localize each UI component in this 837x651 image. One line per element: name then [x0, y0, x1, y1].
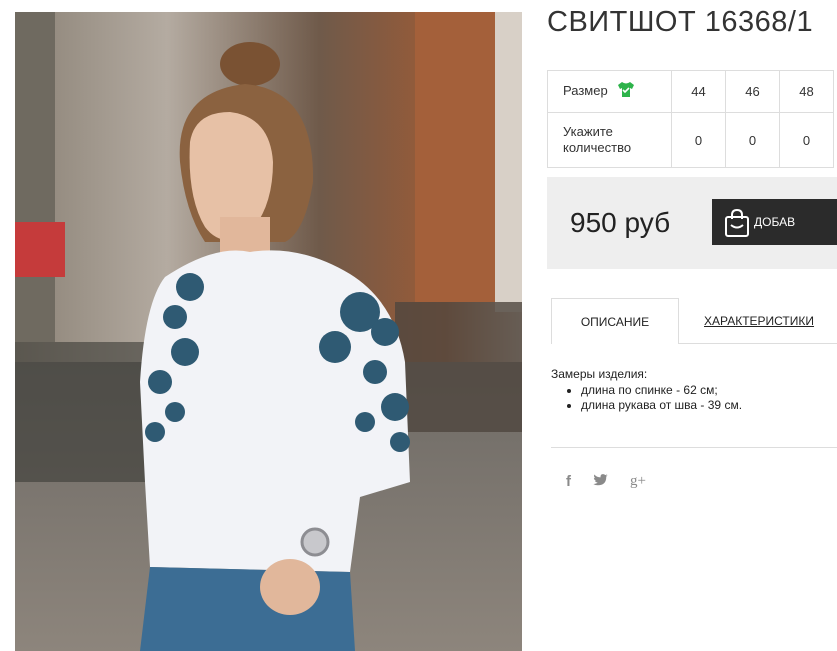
divider	[551, 447, 837, 448]
tab-characteristics[interactable]: ХАРАКТЕРИСТИКИ	[704, 314, 814, 328]
product-title: СВИТШОТ 16368/1	[547, 6, 814, 38]
quantity-input-44[interactable]: 0	[671, 112, 726, 168]
tab-divider	[679, 343, 837, 344]
product-photo-art	[15, 12, 522, 651]
description-list: длина по спинке - 62 см; длина рукава от…	[551, 383, 742, 413]
size-table: Размер 44 46 48 Укажите количество 0 0 0	[547, 70, 834, 168]
size-option-48[interactable]: 48	[779, 70, 834, 113]
product-photo[interactable]	[15, 12, 522, 651]
size-label: Размер	[563, 82, 608, 98]
description-content: Замеры изделия: длина по спинке - 62 см;…	[551, 367, 742, 413]
tab-description[interactable]: ОПИСАНИЕ	[551, 298, 679, 344]
add-to-cart-label: ДОБАВ	[754, 215, 796, 229]
googleplus-icon[interactable]: g+	[630, 472, 646, 490]
price-panel: 950 руб ДОБАВ	[547, 177, 837, 269]
tshirt-icon	[617, 81, 635, 102]
googleplus-label: g+	[630, 473, 646, 489]
list-item: длина рукава от шва - 39 см.	[581, 398, 742, 413]
social-share: f g+	[566, 472, 646, 490]
quantity-label: Укажите количество	[547, 112, 672, 168]
quantity-label-line2: количество	[563, 140, 632, 155]
quantity-label-line1: Укажите	[563, 124, 613, 139]
add-to-cart-button[interactable]: ДОБАВ	[712, 199, 837, 245]
quantity-input-46[interactable]: 0	[725, 112, 780, 168]
facebook-icon[interactable]: f	[566, 473, 571, 490]
price: 950 руб	[570, 207, 671, 238]
twitter-icon[interactable]	[593, 473, 608, 490]
description-heading: Замеры изделия:	[551, 367, 648, 381]
shopping-bag-icon	[724, 208, 750, 241]
size-option-46[interactable]: 46	[725, 70, 780, 113]
list-item: длина по спинке - 62 см;	[581, 383, 742, 398]
product-tabs: ОПИСАНИЕ ХАРАКТЕРИСТИКИ	[551, 298, 837, 344]
quantity-input-48[interactable]: 0	[779, 112, 834, 168]
size-option-44[interactable]: 44	[671, 70, 726, 113]
size-label-cell: Размер	[547, 70, 672, 113]
